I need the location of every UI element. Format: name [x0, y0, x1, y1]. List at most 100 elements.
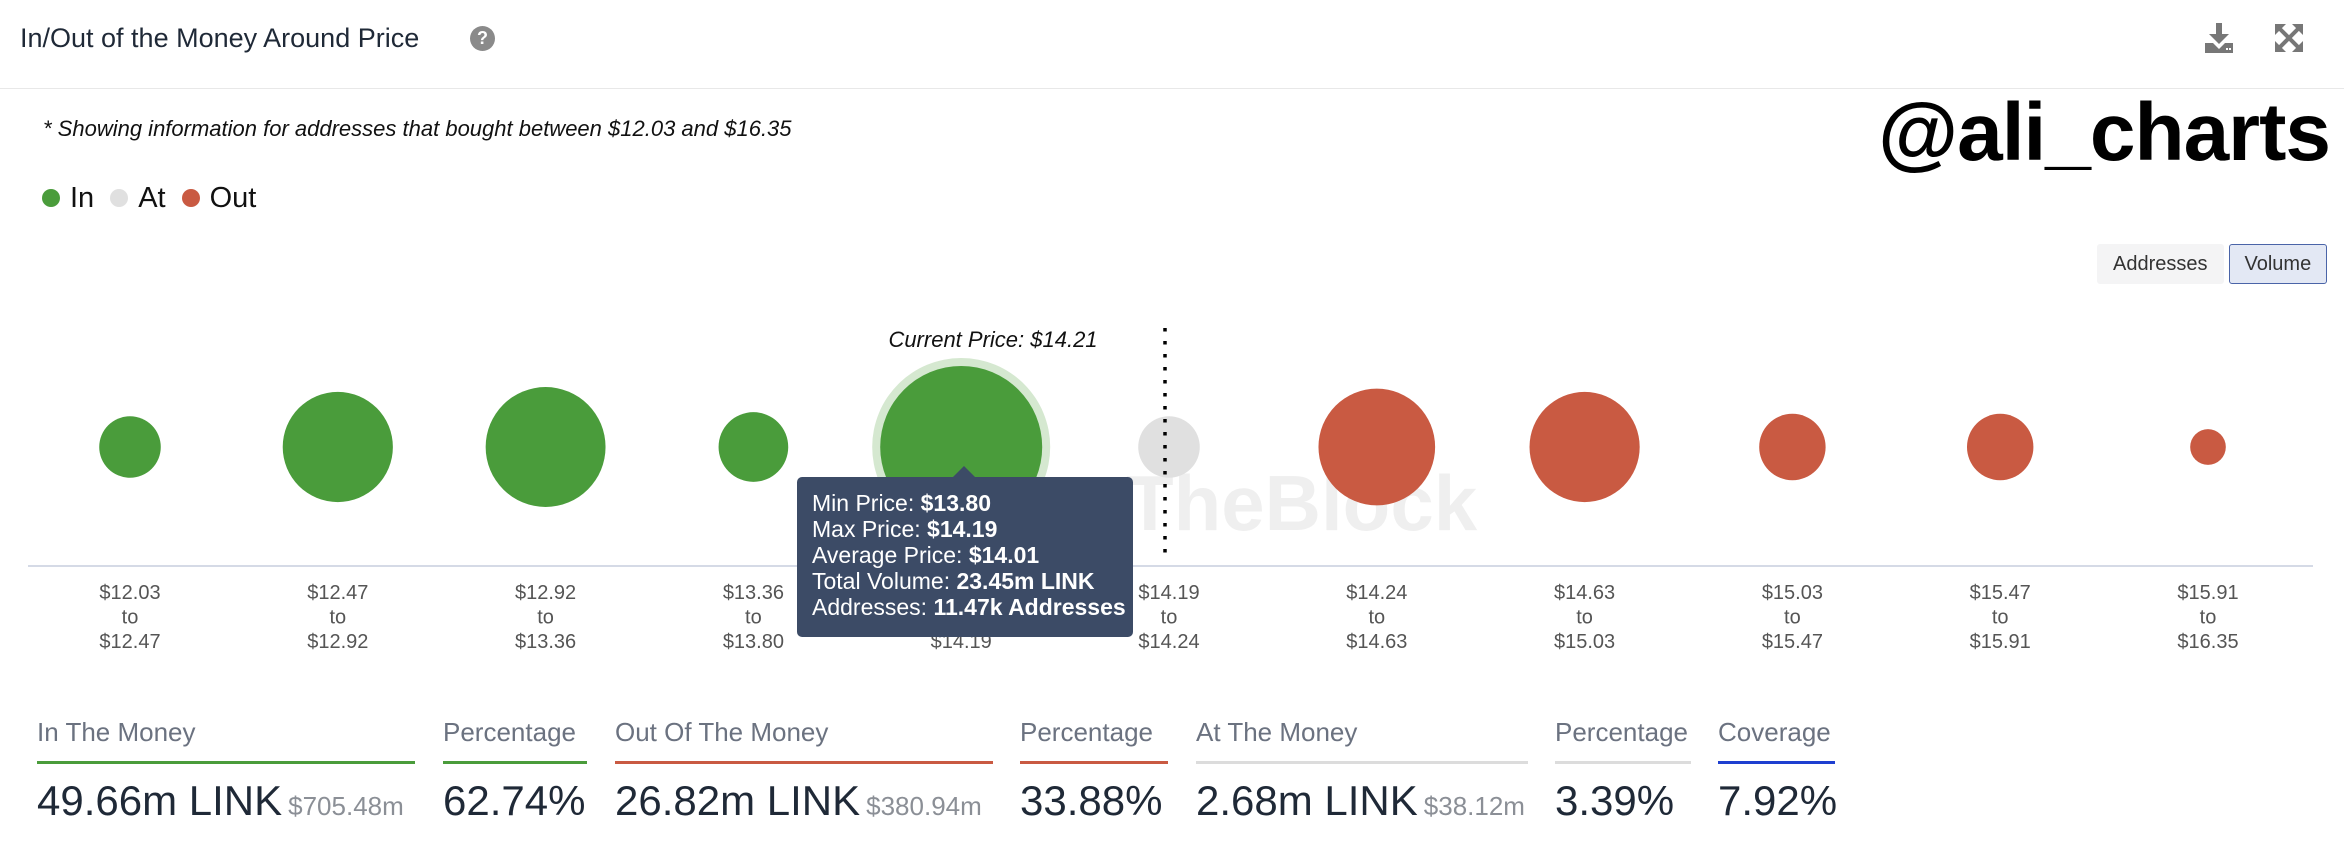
- stat-value: 49.66m LINK: [37, 777, 283, 824]
- bubble-out-7[interactable]: [1529, 391, 1640, 503]
- legend-label: Out: [209, 181, 257, 214]
- x-axis-tick-label: $12.47: [307, 582, 368, 604]
- x-axis-tick-label: $14.63: [1554, 582, 1615, 604]
- stat-out-percentage: Percentage 33.88%: [1020, 712, 1168, 826]
- range-note: * Showing information for addresses that…: [43, 116, 792, 141]
- bubble-out-8[interactable]: [1759, 413, 1826, 481]
- stat-value: 26.82m LINK: [615, 777, 861, 824]
- stat-underline: [37, 761, 415, 764]
- x-axis-tick-label: $14.63: [1346, 631, 1407, 653]
- x-axis-tick-label: to: [1368, 607, 1385, 629]
- metric-toggle: Addresses Volume: [2097, 244, 2328, 284]
- stat-value: 2.68m LINK: [1196, 777, 1418, 824]
- bubble-in-0[interactable]: [99, 416, 161, 478]
- bubble-out-6[interactable]: [1318, 388, 1436, 506]
- stat-label: Percentage: [1555, 717, 1688, 747]
- tooltip-label: Min Price:: [812, 490, 921, 516]
- bubble-in-1[interactable]: [282, 391, 393, 503]
- x-axis-tick-label: $12.47: [99, 631, 160, 653]
- x-axis-tick-label: $14.24: [1138, 631, 1199, 653]
- x-axis-tick-label: $12.92: [307, 631, 368, 653]
- stat-label: Percentage: [1020, 717, 1153, 747]
- x-axis-tick-label: $15.91: [1970, 631, 2031, 653]
- legend-dot-icon: [42, 189, 60, 207]
- x-axis-tick-label: $15.03: [1762, 582, 1823, 604]
- x-axis-tick-label: $13.36: [515, 631, 576, 653]
- tooltip-value: 23.45m LINK: [956, 568, 1095, 594]
- toggle-addresses-button[interactable]: Addresses: [2097, 244, 2224, 284]
- tooltip-value: 11.47k Addresses: [933, 594, 1126, 620]
- x-axis-tick-label: to: [329, 607, 346, 629]
- toggle-volume-button[interactable]: Volume: [2228, 244, 2328, 284]
- x-axis-tick-label: to: [2200, 607, 2217, 629]
- stat-usd-value: $705.48m: [288, 791, 404, 821]
- legend-item-out[interactable]: Out: [181, 181, 257, 215]
- x-axis-tick-label: to: [537, 607, 554, 629]
- bubble-chart: TheBlock Current Price: $14.21 $12.03to$…: [28, 327, 2313, 653]
- x-axis-tick-label: to: [1784, 607, 1801, 629]
- stat-value: 33.88%: [1020, 777, 1163, 824]
- x-axis-tick-label: to: [1161, 607, 1178, 629]
- x-axis-labels: $12.03to$12.47$12.47to$12.92$12.92to$13.…: [99, 582, 2238, 653]
- x-axis-tick-label: $14.19: [1138, 582, 1199, 604]
- x-axis-tick-label: $16.35: [2177, 631, 2238, 653]
- legend-item-at[interactable]: At: [110, 181, 166, 215]
- tooltip-value: $14.19: [927, 516, 998, 542]
- x-axis-tick-label: $15.91: [2177, 582, 2238, 604]
- tooltip-label: Addresses:: [812, 594, 934, 620]
- tooltip-label: Average Price:: [812, 542, 969, 568]
- tooltip-row-min-price: Min Price: $13.80: [812, 490, 1133, 516]
- x-axis-tick-label: $13.80: [723, 631, 784, 653]
- x-axis-tick-label: $15.03: [1554, 631, 1615, 653]
- x-axis-tick-label: $14.24: [1346, 582, 1407, 604]
- bubble-out-10[interactable]: [2190, 429, 2226, 465]
- stat-usd-value: $380.94m: [866, 791, 982, 821]
- tooltip-label: Max Price:: [812, 516, 928, 542]
- bubble-in-2[interactable]: [485, 387, 606, 507]
- author-watermark: @ali_charts: [1878, 87, 2331, 178]
- tooltip-value: $14.01: [968, 542, 1040, 568]
- bubble-at-5[interactable]: [1138, 416, 1200, 478]
- x-axis-tick-label: to: [122, 607, 139, 629]
- stat-usd-value: $38.12m: [1423, 791, 1525, 821]
- legend: In At Out: [42, 180, 272, 216]
- x-axis-tick-label: $12.03: [99, 582, 160, 604]
- stat-underline: [1020, 761, 1168, 764]
- stat-label: Coverage: [1718, 717, 1831, 747]
- legend-dot-icon: [110, 189, 129, 207]
- stat-value: 3.39%: [1555, 777, 1675, 824]
- stat-in-the-money: In The Money 49.66m LINK $705.48m: [37, 712, 415, 826]
- stat-label: At The Money: [1196, 717, 1358, 747]
- x-axis-tick-label: $12.92: [515, 582, 576, 604]
- stat-underline: [443, 761, 587, 764]
- stat-underline: [1196, 761, 1528, 764]
- x-axis-tick-label: $13.36: [723, 582, 784, 604]
- stat-underline: [1555, 761, 1691, 764]
- stat-underline: [1718, 761, 1835, 764]
- tooltip-row-total-volume: Total Volume: 23.45m LINK: [812, 568, 1133, 594]
- expand-icon[interactable]: [2275, 24, 2303, 52]
- stat-value: 62.74%: [443, 777, 586, 824]
- help-icon[interactable]: ?: [470, 26, 495, 51]
- bubble-out-9[interactable]: [1966, 413, 2034, 481]
- current-price-label: Current Price: $14.21: [888, 327, 1097, 352]
- legend-item-in[interactable]: In: [42, 182, 94, 215]
- legend-label: In: [70, 181, 95, 214]
- bubble-tooltip: Min Price: $13.80 Max Price: $14.19 Aver…: [797, 477, 1133, 637]
- x-axis-tick-label: to: [1992, 607, 2009, 629]
- stat-coverage: Coverage 7.92%: [1718, 712, 1838, 826]
- stat-at-the-money: At The Money 2.68m LINK $38.12m: [1196, 712, 1528, 826]
- widget-title: In/Out of the Money Around Price: [20, 23, 420, 53]
- x-axis-tick-label: to: [1576, 607, 1593, 629]
- legend-dot-icon: [181, 189, 200, 207]
- stat-value: 7.92%: [1718, 777, 1838, 824]
- stat-at-percentage: Percentage 3.39%: [1555, 712, 1691, 826]
- legend-label: At: [138, 181, 166, 214]
- stat-out-of-the-money: Out Of The Money 26.82m LINK $380.94m: [615, 712, 993, 826]
- tooltip-row-average-price: Average Price: $14.01: [812, 542, 1133, 568]
- stat-underline: [615, 761, 993, 764]
- bubble-in-3[interactable]: [718, 412, 789, 482]
- tooltip-label: Total Volume:: [812, 568, 957, 594]
- x-axis-tick-label: $15.47: [1970, 582, 2031, 604]
- download-icon[interactable]: [2204, 22, 2234, 54]
